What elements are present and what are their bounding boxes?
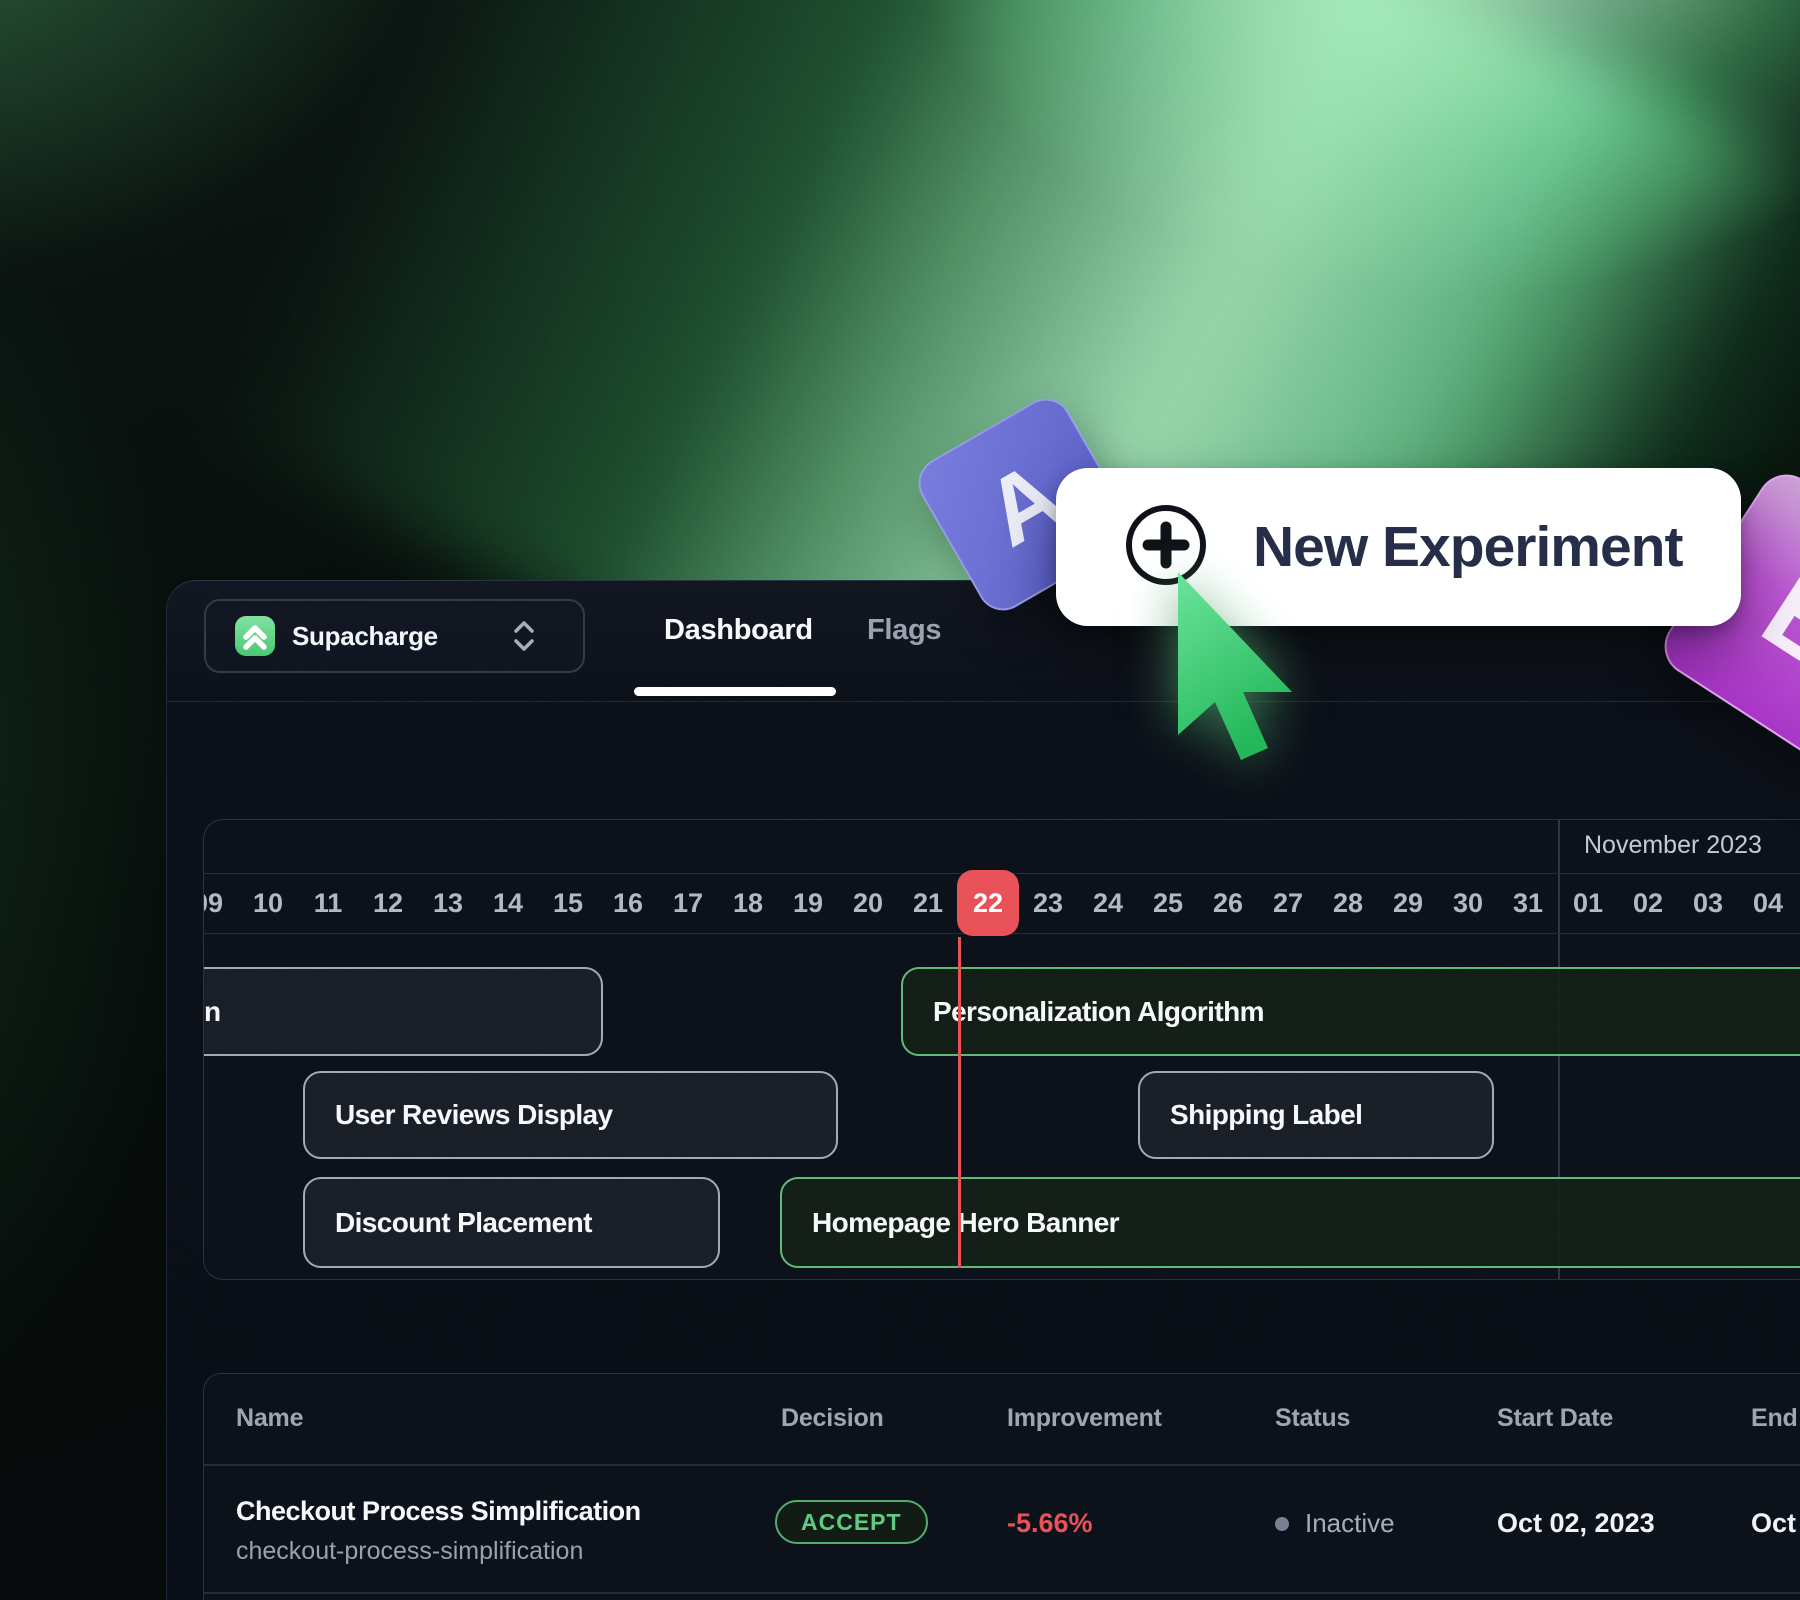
day-cell[interactable]: 10	[238, 873, 298, 933]
day-cell[interactable]: 31	[1498, 873, 1558, 933]
month-label: November 2023	[1584, 831, 1762, 860]
day-cell[interactable]: 27	[1258, 873, 1318, 933]
gantt-bar-label: Homepage Hero Banner	[782, 1207, 1119, 1239]
day-cell[interactable]: 03	[1678, 873, 1738, 933]
variant-b-letter: B	[1741, 544, 1800, 700]
day-cell[interactable]: 26	[1198, 873, 1258, 933]
gantt-bar-label: User Reviews Display	[305, 1099, 613, 1131]
experiments-table: Name Decision Improvement Status Start D…	[203, 1373, 1800, 1600]
gantt-bar-homepage-hero-banner[interactable]: Homepage Hero Banner	[780, 1177, 1800, 1268]
start-date-value: Oct 02, 2023	[1497, 1508, 1655, 1539]
chevron-up-down-icon	[511, 617, 537, 660]
gantt-bar-user-reviews-display[interactable]: User Reviews Display	[303, 1071, 838, 1159]
experiment-timeline: November 2023 09101112131415161718192021…	[203, 819, 1800, 1280]
table-header-divider	[204, 1464, 1800, 1466]
table-row-divider	[204, 1592, 1800, 1594]
column-header-start-date: Start Date	[1497, 1404, 1613, 1433]
new-experiment-label: New Experiment	[1253, 514, 1682, 580]
gantt-bar-shipping-label[interactable]: Shipping Label	[1138, 1071, 1494, 1159]
brand-name: Supacharge	[292, 621, 438, 652]
improvement-value: -5.66%	[1007, 1508, 1093, 1539]
new-experiment-button[interactable]: New Experiment	[1056, 468, 1741, 626]
column-header-improvement: Improvement	[1007, 1404, 1162, 1433]
day-cell[interactable]: 30	[1438, 873, 1498, 933]
day-cell[interactable]: 01	[1558, 873, 1618, 933]
gantt-bar-label: Shipping Label	[1140, 1099, 1362, 1131]
end-date-value: Oct 1	[1751, 1508, 1800, 1539]
decision-badge-label: ACCEPT	[801, 1509, 902, 1536]
day-cell[interactable]: 02	[1618, 873, 1678, 933]
experiment-name[interactable]: Checkout Process Simplification	[236, 1496, 641, 1527]
day-cell[interactable]: 04	[1738, 873, 1798, 933]
day-cell[interactable]: 29	[1378, 873, 1438, 933]
day-cell[interactable]: 13	[418, 873, 478, 933]
day-cell[interactable]: 16	[598, 873, 658, 933]
gantt-bar-discount-placement[interactable]: Discount Placement	[303, 1177, 720, 1268]
day-cell[interactable]: 20	[838, 873, 898, 933]
header-divider	[167, 701, 1800, 702]
app-window: Supacharge Dashboard Flags November 2023…	[166, 580, 1800, 1600]
column-header-decision: Decision	[781, 1404, 884, 1433]
workspace-switcher[interactable]: Supacharge	[204, 599, 585, 673]
day-cell[interactable]: 17	[658, 873, 718, 933]
gantt-bar-personalization-algorithm[interactable]: Personalization Algorithm	[901, 967, 1800, 1056]
day-cell[interactable]: 11	[298, 873, 358, 933]
day-cell[interactable]: 12	[358, 873, 418, 933]
tab-dashboard[interactable]: Dashboard	[664, 614, 813, 647]
day-cell[interactable]: 19	[778, 873, 838, 933]
gantt-bar-label: n	[204, 996, 221, 1028]
day-cell[interactable]: 23	[1018, 873, 1078, 933]
day-cell[interactable]: 15	[538, 873, 598, 933]
gantt-bar-clipped[interactable]: n	[203, 967, 603, 1056]
day-cell[interactable]: 24	[1078, 873, 1138, 933]
day-cell[interactable]: 09	[203, 873, 238, 933]
supacharge-logo-icon	[235, 616, 275, 656]
cursor-pointer-icon	[1170, 565, 1310, 770]
day-cell[interactable]: 18	[718, 873, 778, 933]
column-header-end-date: End	[1751, 1404, 1798, 1433]
day-cell-highlighted[interactable]: 22	[958, 873, 1018, 933]
day-cell[interactable]: 14	[478, 873, 538, 933]
tab-flags[interactable]: Flags	[867, 614, 941, 647]
status-cell: Inactive	[1275, 1508, 1395, 1539]
active-tab-underline	[634, 687, 836, 696]
day-cell[interactable]: 28	[1318, 873, 1378, 933]
decision-badge: ACCEPT	[775, 1500, 928, 1544]
day-cell[interactable]: 25	[1138, 873, 1198, 933]
status-label: Inactive	[1305, 1508, 1395, 1539]
day-cell[interactable]: 21	[898, 873, 958, 933]
column-header-name: Name	[236, 1404, 303, 1433]
experiment-slug: checkout-process-simplification	[236, 1537, 583, 1566]
gantt-bar-label: Discount Placement	[305, 1207, 592, 1239]
status-dot-icon	[1275, 1517, 1289, 1531]
timeline-day-ruler: 0910111213141516171819202122232425262728…	[203, 873, 1798, 933]
column-header-status: Status	[1275, 1404, 1350, 1433]
current-day-marker-line	[958, 937, 961, 1268]
